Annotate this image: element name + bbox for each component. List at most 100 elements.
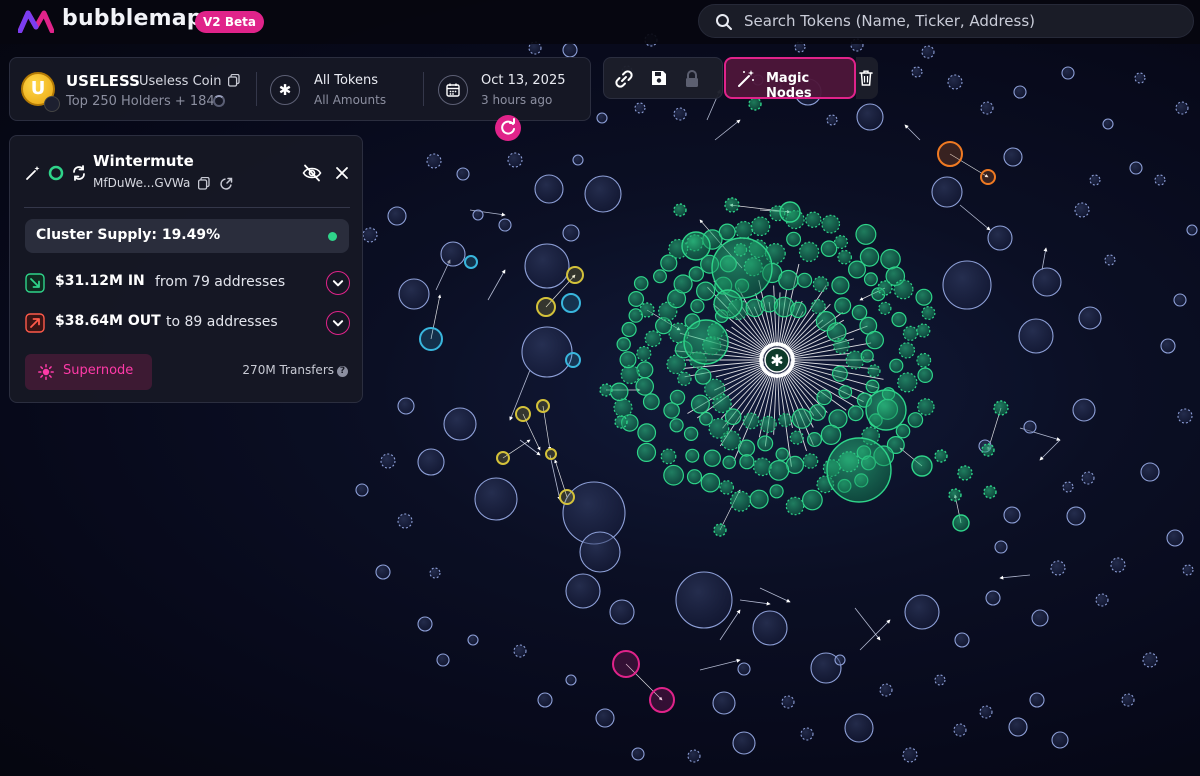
cluster-node[interactable] (847, 405, 864, 422)
cluster-node[interactable] (911, 455, 933, 477)
inflow-row[interactable]: $31.12M IN from 79 addresses (25, 271, 350, 295)
holder-bubble[interactable] (572, 154, 584, 166)
cluster-node[interactable] (713, 289, 743, 319)
holder-bubble[interactable] (397, 397, 415, 415)
cluster-node[interactable] (981, 443, 995, 457)
holder-bubble[interactable] (911, 66, 923, 78)
cluster-node[interactable] (613, 398, 633, 418)
cluster-node[interactable] (897, 372, 918, 393)
cluster-node[interactable] (837, 249, 852, 265)
cluster-node[interactable] (855, 223, 877, 245)
cluster-node[interactable] (748, 97, 762, 111)
cluster-node[interactable] (739, 454, 755, 470)
holder-bubble[interactable] (1104, 254, 1116, 266)
cluster-node[interactable] (690, 394, 710, 414)
cluster-node[interactable] (637, 423, 657, 443)
holder-bubble[interactable] (507, 152, 523, 168)
holder-bubble[interactable] (375, 564, 391, 580)
highlighted-node[interactable] (649, 687, 675, 713)
holder-bubble[interactable] (426, 153, 442, 169)
holder-bubble[interactable] (1095, 593, 1109, 607)
holder-bubble[interactable] (947, 74, 963, 90)
cluster-node[interactable] (711, 237, 773, 299)
holder-bubble[interactable] (985, 590, 1001, 606)
cluster-node[interactable] (699, 411, 713, 426)
cluster-node[interactable] (599, 383, 613, 397)
holder-bubble[interactable] (942, 260, 992, 310)
holder-bubble[interactable] (1186, 224, 1198, 236)
cluster-node[interactable] (749, 489, 769, 509)
holder-bubble[interactable] (1003, 506, 1021, 524)
holder-bubble[interactable] (579, 531, 621, 573)
cluster-node[interactable] (916, 352, 932, 368)
bubblemaps-logo-icon[interactable] (18, 9, 54, 33)
holder-bubble[interactable] (1072, 398, 1096, 422)
holder-bubble[interactable] (565, 573, 601, 609)
highlighted-node[interactable] (937, 141, 963, 167)
cluster-node[interactable] (790, 301, 807, 319)
highlighted-node[interactable] (536, 297, 556, 317)
tokens-filter[interactable]: All Tokens (314, 73, 378, 88)
holder-bubble[interactable] (355, 483, 369, 497)
highlighted-node[interactable] (545, 448, 557, 460)
holder-bubble[interactable] (436, 653, 450, 667)
holder-bubble[interactable] (1062, 481, 1074, 493)
cluster-node[interactable] (775, 447, 789, 461)
cluster-node[interactable] (833, 337, 850, 355)
close-icon[interactable] (335, 166, 349, 180)
cluster-node[interactable] (642, 393, 660, 411)
save-icon[interactable] (650, 69, 668, 87)
holder-bubble[interactable] (609, 599, 635, 625)
cluster-node[interactable] (785, 496, 805, 516)
cluster-node[interactable] (724, 197, 740, 213)
cluster-node[interactable] (851, 304, 868, 321)
holder-bubble[interactable] (1051, 731, 1069, 749)
holder-bubble[interactable] (1182, 564, 1194, 576)
cluster-node[interactable] (821, 214, 841, 234)
highlighted-node[interactable] (464, 255, 478, 269)
supernode-center[interactable]: ✱ (764, 347, 790, 373)
cluster-node[interactable] (802, 489, 823, 511)
cluster-node[interactable] (867, 364, 881, 378)
cluster-node[interactable] (633, 276, 649, 291)
cluster-node[interactable] (616, 337, 631, 352)
cluster-node[interactable] (834, 297, 852, 315)
holder-bubble[interactable] (1134, 72, 1146, 84)
cluster-node[interactable] (769, 484, 784, 499)
holder-bubble[interactable] (584, 175, 622, 213)
cluster-node[interactable] (779, 201, 801, 223)
holder-bubble[interactable] (534, 174, 564, 204)
cluster-node[interactable] (877, 280, 893, 296)
holder-bubble[interactable] (1013, 85, 1027, 99)
holder-bubble[interactable] (472, 209, 484, 221)
cluster-node[interactable] (831, 276, 850, 295)
holder-bubble[interactable] (498, 218, 512, 232)
holder-bubble[interactable] (844, 713, 874, 743)
copy-icon[interactable] (228, 74, 240, 87)
cluster-node[interactable] (669, 418, 684, 433)
cluster-node[interactable] (891, 311, 907, 328)
cluster-node[interactable] (833, 235, 848, 250)
holder-bubble[interactable] (443, 407, 477, 441)
snapshot-date[interactable]: Oct 13, 2025 (481, 73, 566, 88)
cluster-node[interactable] (860, 349, 874, 363)
link-icon[interactable] (614, 69, 634, 89)
holder-bubble[interactable] (980, 101, 994, 115)
chevron-down-icon[interactable] (326, 271, 350, 295)
holder-bubble[interactable] (752, 610, 788, 646)
holder-bubble[interactable] (979, 705, 993, 719)
cluster-node[interactable] (889, 358, 904, 373)
holder-bubble[interactable] (921, 45, 935, 59)
cluster-node[interactable] (636, 442, 657, 462)
holder-bubble[interactable] (417, 448, 445, 476)
holder-bubble[interactable] (467, 634, 479, 646)
holder-bubble[interactable] (1173, 293, 1187, 307)
cluster-node[interactable] (663, 464, 684, 486)
holder-bubble[interactable] (380, 453, 396, 469)
cluster-node[interactable] (820, 240, 838, 257)
cluster-node[interactable] (745, 298, 765, 318)
highlighted-node[interactable] (612, 650, 640, 678)
holder-bubble[interactable] (1110, 557, 1126, 573)
holders-summary[interactable]: Top 250 Holders + 184 (66, 94, 215, 109)
holder-bubble[interactable] (456, 167, 470, 181)
